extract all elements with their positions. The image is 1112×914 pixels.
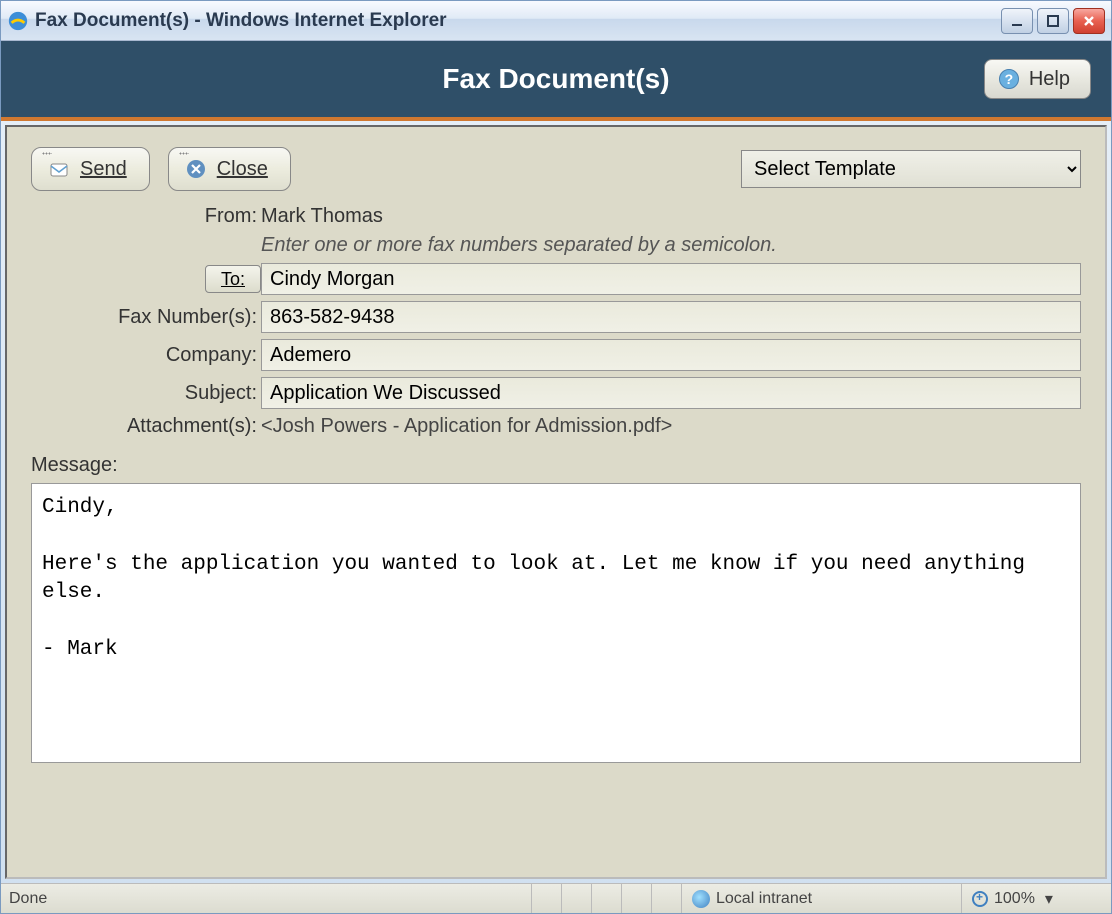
subject-label: Subject: [31,382,261,405]
subject-input[interactable] [261,377,1081,409]
window-title: Fax Document(s) - Windows Internet Explo… [35,10,1001,32]
maximize-button[interactable] [1037,8,1069,34]
zoom-label: 100% [994,890,1035,908]
send-icon [48,158,70,180]
window-controls [1001,8,1105,34]
hint-text: Enter one or more fax numbers separated … [261,234,1081,257]
status-cell-3 [591,884,621,913]
send-label: Send [80,158,127,181]
status-cell-5 [651,884,681,913]
close-window-button[interactable] [1073,8,1105,34]
message-textarea[interactable] [31,483,1081,763]
close-icon [185,158,207,180]
app-header: Fax Document(s) ? Help [1,41,1111,121]
to-input[interactable] [261,263,1081,295]
content-area: Send Close Select Template From: Mark Th… [5,125,1107,879]
status-text: Done [1,884,531,913]
titlebar: Fax Document(s) - Windows Internet Explo… [1,1,1111,41]
ie-icon [7,10,29,32]
fax-label: Fax Number(s): [31,306,261,329]
message-label: Message: [31,454,1081,477]
zoom-icon [972,891,988,907]
zoom-control[interactable]: 100% ▾ [961,884,1091,913]
security-zone[interactable]: Local intranet [681,884,961,913]
from-label: From: [31,205,261,228]
chevron-down-icon: ▾ [1045,889,1053,909]
to-button[interactable]: To: [205,265,261,293]
from-value: Mark Thomas [261,205,1081,228]
status-cell-1 [531,884,561,913]
attachments-label: Attachment(s): [31,415,261,438]
company-label: Company: [31,344,261,367]
minimize-button[interactable] [1001,8,1033,34]
status-cell-2 [561,884,591,913]
help-icon: ? [999,69,1019,89]
company-input[interactable] [261,339,1081,371]
close-button[interactable]: Close [168,147,291,191]
form: From: Mark Thomas Enter one or more fax … [31,205,1081,438]
toolbar: Send Close Select Template [31,147,1081,191]
send-button[interactable]: Send [31,147,150,191]
close-label: Close [217,158,268,181]
zone-icon [692,890,710,908]
window: Fax Document(s) - Windows Internet Explo… [0,0,1112,914]
attachments-value: <Josh Powers - Application for Admission… [261,415,1081,438]
help-label: Help [1029,68,1070,91]
help-button[interactable]: ? Help [984,59,1091,99]
template-select[interactable]: Select Template [741,150,1081,188]
zone-label: Local intranet [716,890,812,908]
status-cell-4 [621,884,651,913]
page-title: Fax Document(s) [442,63,669,95]
statusbar: Done Local intranet 100% ▾ [1,883,1111,913]
fax-input[interactable] [261,301,1081,333]
